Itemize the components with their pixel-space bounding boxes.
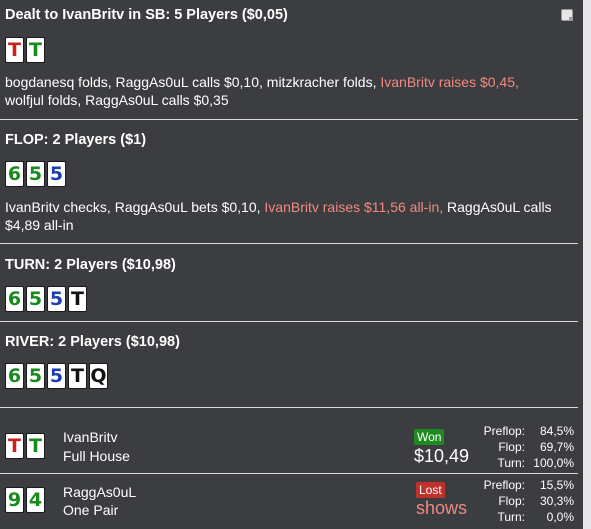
equity-value: 100,0% <box>533 456 574 470</box>
divider <box>0 243 578 244</box>
won-amount: $10,49 <box>414 446 470 466</box>
card: Q <box>89 363 108 389</box>
card: T <box>5 433 24 459</box>
card: 5 <box>26 286 45 312</box>
action-text: wolfjul folds, RaggAs0uL calls $0,35 <box>5 92 229 108</box>
won-badge: Won <box>414 429 445 445</box>
card: 5 <box>47 161 66 187</box>
player-name: RaggAs0uL <box>63 484 137 500</box>
card: T <box>26 433 45 459</box>
card: 5 <box>47 363 66 389</box>
card: 5 <box>47 286 66 312</box>
action-text: $4,89 all-in <box>5 217 74 233</box>
player-hand: Full House <box>63 448 130 464</box>
equity-value: 0,0% <box>546 510 574 524</box>
action-text: bogdanesq folds, RaggAs0uL calls $0,10, … <box>5 74 381 90</box>
player-name: IvanBritv <box>63 429 118 445</box>
action-text: RaggAs0uL calls <box>443 199 552 215</box>
river-cards: 6 5 5 T Q <box>5 363 108 389</box>
player-hand: One Pair <box>63 502 119 518</box>
river-title: RIVER: 2 Players ($10,98) <box>5 334 180 350</box>
equity-label: Flop: <box>498 440 525 454</box>
card: T <box>26 37 45 63</box>
hand-header-title: Dealt to IvanBritv in SB: 5 Players ($0,… <box>5 7 288 23</box>
divider <box>0 473 578 474</box>
equity-label: Preflop: <box>483 478 525 492</box>
turn-title: TURN: 2 Players ($10,98) <box>5 257 176 273</box>
card: T <box>68 363 87 389</box>
hole-cards: T T <box>5 37 45 63</box>
divider <box>0 321 578 322</box>
shows-label: shows <box>416 498 468 518</box>
divider <box>0 119 578 120</box>
equity-label: Turn: <box>497 510 525 524</box>
flop-cards: 6 5 5 <box>5 161 66 187</box>
equity-label: Preflop: <box>483 424 525 438</box>
card: 5 <box>26 363 45 389</box>
card: T <box>5 37 24 63</box>
hero-action-text: IvanBritv raises $11,56 all-in, <box>264 199 444 215</box>
player-cards: T T <box>5 433 45 459</box>
card: 6 <box>5 286 24 312</box>
equity-label: Turn: <box>497 456 525 470</box>
equity-value: 84,5% <box>539 424 574 438</box>
equity-value: 15,5% <box>539 478 574 492</box>
flop-title: FLOP: 2 Players ($1) <box>5 132 147 148</box>
card: 6 <box>5 363 24 389</box>
flop-actions: IvanBritv checks, RaggAs0uL bets $0,10, … <box>5 198 575 234</box>
card: T <box>68 286 87 312</box>
player-cards: 9 4 <box>5 487 45 513</box>
card: 4 <box>26 487 45 513</box>
equity-label: Flop: <box>498 494 525 508</box>
hero-action-text: IvanBritv raises $0,45, <box>380 74 519 90</box>
card: 5 <box>26 161 45 187</box>
divider <box>0 407 578 408</box>
card: 6 <box>5 161 24 187</box>
turn-cards: 6 5 5 T <box>5 286 87 312</box>
equity-value: 69,7% <box>539 440 574 454</box>
lost-badge: Lost <box>416 482 445 498</box>
scrollbar[interactable] <box>583 0 591 529</box>
copy-icon[interactable] <box>561 9 573 21</box>
equity-value: 30,3% <box>539 494 574 508</box>
preflop-actions: bogdanesq folds, RaggAs0uL calls $0,10, … <box>5 73 575 109</box>
action-text: IvanBritv checks, RaggAs0uL bets $0,10, <box>5 199 265 215</box>
card: 9 <box>5 487 24 513</box>
